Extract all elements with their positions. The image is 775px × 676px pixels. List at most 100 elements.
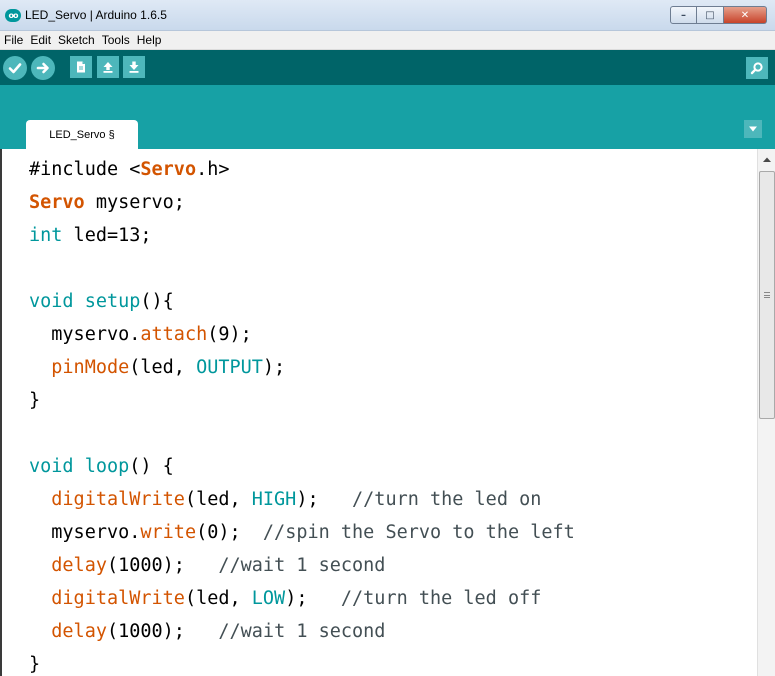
code-line: void loop() { — [29, 450, 575, 483]
window-title: LED_Servo | Arduino 1.6.5 — [25, 8, 167, 22]
code-token-plain: ); — [296, 489, 353, 510]
code-line: digitalWrite(led, LOW); //turn the led o… — [29, 582, 575, 615]
vertical-scrollbar[interactable] — [757, 149, 775, 676]
code-token-fn: write — [140, 522, 197, 543]
save-sketch-button[interactable] — [123, 56, 145, 78]
code-token-fn: digitalWrite — [51, 489, 185, 510]
code-token-kw: setup — [84, 291, 141, 312]
code-editor[interactable]: #include <Servo.h> Servo myservo; int led=… — [0, 149, 775, 676]
code-token-plain: (1000); — [106, 621, 219, 642]
tab-strip: LED_Servo § — [0, 85, 775, 149]
verify-icon — [8, 63, 22, 74]
code-token-plain: ); — [285, 588, 341, 609]
code-line: #include <Servo.h> — [29, 153, 575, 186]
upload-icon — [36, 62, 49, 74]
code-token-plain: myservo; — [84, 192, 185, 213]
serial-monitor-icon — [750, 62, 763, 75]
scroll-thumb[interactable] — [759, 171, 775, 419]
code-line: digitalWrite(led, HIGH); //turn the led … — [29, 483, 575, 516]
menu-sketch[interactable]: Sketch — [57, 33, 96, 47]
code-token-plain: myservo. — [29, 522, 141, 543]
code-token-kw: void — [29, 291, 74, 312]
menu-edit[interactable]: Edit — [29, 33, 52, 47]
serial-monitor-button[interactable] — [746, 57, 768, 79]
arduino-logo-icon: oo — [5, 9, 21, 22]
open-sketch-button[interactable] — [97, 56, 119, 78]
code-token-plain: myservo. — [29, 324, 141, 345]
new-sketch-button[interactable] — [70, 56, 92, 78]
code-line: delay(1000); //wait 1 second — [29, 549, 575, 582]
code-token-bold: Servo — [140, 159, 197, 180]
menu-tools[interactable]: Tools — [101, 33, 131, 47]
window-titlebar[interactable]: oo LED_Servo | Arduino 1.6.5 – □ ✕ — [0, 0, 775, 31]
toolbar — [0, 50, 775, 85]
code-text: #include <Servo.h> Servo myservo; int led=… — [29, 153, 575, 676]
minimize-button[interactable]: – — [670, 6, 697, 24]
code-line: myservo.write(0); //spin the Servo to th… — [29, 516, 575, 549]
code-token-comment: //turn the led on — [352, 489, 542, 510]
menu-help[interactable]: Help — [136, 33, 163, 47]
menu-bar: File Edit Sketch Tools Help — [0, 31, 775, 50]
open-icon — [103, 62, 113, 73]
code-token-comment: //spin the Servo to the left — [262, 522, 575, 543]
code-token-fn: digitalWrite — [51, 588, 185, 609]
code-token-plain: } — [29, 390, 41, 411]
code-token-plain: (led, — [184, 489, 252, 510]
code-token-kw: void — [29, 456, 74, 477]
verify-button[interactable] — [3, 56, 27, 80]
window-controls: – □ ✕ — [670, 6, 767, 24]
chevron-down-icon — [749, 126, 757, 132]
code-token-fn: delay — [51, 555, 107, 576]
maximize-button[interactable]: □ — [697, 6, 724, 24]
code-line: Servo myservo; — [29, 186, 575, 219]
code-line: pinMode(led, OUTPUT); — [29, 351, 575, 384]
code-token-plain: ); — [262, 357, 286, 378]
code-token-const: HIGH — [251, 489, 297, 510]
code-token-const: OUTPUT — [196, 357, 263, 378]
code-token-fn: delay — [51, 621, 107, 642]
code-token-plain: (led, — [184, 588, 252, 609]
tab-menu-button[interactable] — [744, 120, 762, 138]
code-line: delay(1000); //wait 1 second — [29, 615, 575, 648]
code-token-plain: (9); — [207, 324, 252, 345]
code-token-plain: } — [29, 654, 41, 675]
code-token-bold: Servo — [29, 192, 85, 213]
code-line: myservo.attach(9); — [29, 318, 575, 351]
minimize-icon: – — [681, 9, 686, 21]
code-token-plain: #include < — [29, 159, 141, 180]
code-line: } — [29, 648, 575, 676]
code-token-plain: .h> — [196, 159, 230, 180]
code-token-comment: //wait 1 second — [218, 621, 386, 642]
code-token-comment: //wait 1 second — [218, 555, 386, 576]
scroll-up-button[interactable] — [758, 151, 775, 169]
code-line: int led=13; — [29, 219, 575, 252]
upload-button[interactable] — [31, 56, 55, 80]
maximize-icon: □ — [705, 9, 715, 21]
code-token-fn: attach — [140, 324, 208, 345]
close-button[interactable]: ✕ — [724, 6, 767, 24]
code-token-const: LOW — [251, 588, 286, 609]
code-line: } — [29, 384, 575, 417]
code-token-plain: (){ — [140, 291, 174, 312]
code-token-kw: loop — [84, 456, 130, 477]
tab-led-servo[interactable]: LED_Servo § — [26, 120, 138, 149]
menu-file[interactable]: File — [3, 33, 24, 47]
code-token-plain: () { — [129, 456, 174, 477]
code-token-fn: pinMode — [51, 357, 130, 378]
new-icon — [77, 61, 85, 73]
code-token-plain: led=13; — [62, 225, 152, 246]
code-token-plain: (0); — [196, 522, 263, 543]
code-token-plain: (1000); — [106, 555, 219, 576]
code-token-kw: int — [29, 225, 63, 246]
code-line: ​ — [29, 417, 575, 450]
code-token-comment: //turn the led off — [340, 588, 542, 609]
code-token-plain: (led, — [129, 357, 197, 378]
scroll-up-arrow-icon — [763, 157, 771, 162]
grip-icon — [764, 292, 770, 298]
